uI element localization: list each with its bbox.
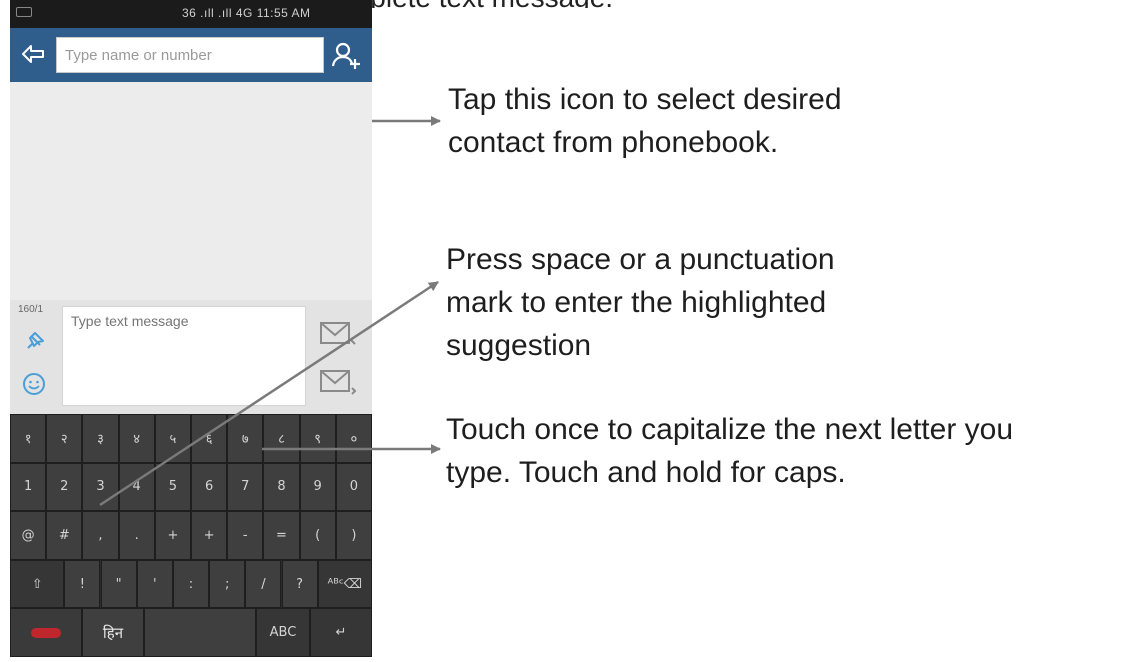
enter-key[interactable]: ↵	[310, 608, 372, 657]
back-arrow-icon[interactable]	[20, 41, 46, 67]
shift-key[interactable]: ⇧	[10, 559, 65, 609]
key-row4-5[interactable]: /	[245, 559, 282, 609]
attach-pin-icon[interactable]	[22, 330, 46, 354]
key-row4-3[interactable]: :	[172, 559, 210, 609]
compose-bar: 160/1	[10, 300, 372, 414]
callout-suggestion-line-3: suggestion	[446, 329, 592, 362]
key-row1-1[interactable]: २	[46, 414, 83, 463]
phone-screen: 36 .ıll .ıll 4G 11:55 AM 160/1	[10, 0, 372, 657]
key-row1-2[interactable]: ३	[82, 414, 119, 463]
key-row1-6[interactable]: ७	[227, 414, 264, 463]
key-row3-2[interactable]: ,	[82, 511, 119, 560]
key-row2-6[interactable]: 7	[227, 462, 264, 512]
key-row1-0[interactable]: १	[10, 414, 47, 463]
key-row2-2[interactable]: 3	[82, 462, 119, 512]
status-text: 36 .ıll .ıll 4G 11:55 AM	[182, 6, 311, 20]
dismiss-key[interactable]	[10, 608, 82, 657]
key-row3-3[interactable]: .	[118, 511, 155, 560]
key-row2-3[interactable]: 4	[118, 462, 155, 512]
key-row4-4[interactable]: ;	[209, 559, 246, 609]
key-row3-4[interactable]: +	[154, 511, 191, 560]
key-row2-8[interactable]: 9	[299, 462, 336, 512]
key-row3-1[interactable]: #	[46, 511, 83, 560]
key-row4-6[interactable]: ?	[281, 559, 318, 609]
message-thread-area	[10, 82, 372, 300]
key-row2-4[interactable]: 5	[154, 462, 191, 512]
key-row3-5[interactable]: +	[191, 511, 228, 560]
key-row3-9[interactable]: )	[335, 511, 372, 560]
key-row1-7[interactable]: ८	[263, 414, 300, 463]
callout-suggestion-line-2: mark to enter the highlighted	[446, 286, 827, 319]
mode-switch-key[interactable]: ABC	[256, 608, 310, 657]
callout-shift-line-2: type. Touch and hold for caps.	[446, 456, 846, 489]
language-key[interactable]: हिन	[82, 608, 144, 657]
callout-suggestion-line-1: Press space or a punctuation	[446, 243, 835, 276]
key-row4-0[interactable]: !	[64, 559, 101, 609]
key-row1-4[interactable]: ५	[154, 414, 191, 463]
page: ...ing, ... complete text message. 36 .ı…	[0, 0, 1126, 662]
callout-shift: Touch once to capitalize the next letter…	[446, 408, 1013, 494]
send-sms-icon[interactable]	[318, 318, 358, 350]
callout-contact-line-2: contact from phonebook.	[448, 126, 779, 159]
char-counter: 160/1	[18, 304, 44, 315]
recipient-input[interactable]	[57, 38, 323, 72]
red-indicator-icon	[31, 627, 61, 638]
space-key[interactable]	[144, 608, 256, 657]
key-row3-8[interactable]: (	[299, 511, 336, 560]
callout-contact: Tap this icon to select desired contact …	[448, 78, 842, 164]
status-bar: 36 .ıll .ıll 4G 11:55 AM	[10, 0, 372, 28]
sim-icon	[16, 7, 32, 17]
key-row4-1[interactable]: "	[100, 559, 137, 609]
callout-contact-line-1: Tap this icon to select desired	[448, 83, 842, 116]
key-row2-0[interactable]: 1	[10, 462, 47, 512]
key-row3-7[interactable]: =	[263, 511, 300, 560]
key-row3-6[interactable]: -	[227, 511, 264, 560]
key-row1-9[interactable]: ०	[335, 414, 372, 463]
message-input[interactable]	[62, 306, 306, 406]
key-row1-3[interactable]: ४	[118, 414, 155, 463]
keyboard: १ २ ३ ४ ५ ६ ७ ८ ९ ० 1 2 3 4 5 6 7 8 9 0 @ #,. + + - =() ⇧! " ':; /? ᴬᴮ…	[10, 414, 372, 657]
recipient-field[interactable]	[56, 37, 324, 73]
backspace-key[interactable]: ᴬᴮᶜ⌫	[317, 559, 372, 609]
key-row1-5[interactable]: ६	[191, 414, 228, 463]
key-row2-1[interactable]: 2	[46, 462, 83, 512]
send-mms-icon[interactable]	[318, 366, 358, 398]
callout-shift-line-1: Touch once to capitalize the next letter…	[446, 413, 1014, 446]
key-row3-0[interactable]: @	[10, 511, 47, 560]
key-row1-8[interactable]: ९	[299, 414, 336, 463]
add-contact-icon[interactable]	[330, 39, 362, 71]
emoji-icon[interactable]	[22, 372, 46, 396]
compose-header	[10, 28, 372, 82]
key-row2-7[interactable]: 8	[263, 462, 300, 512]
key-row4-2[interactable]: '	[136, 559, 173, 609]
callout-suggestion: Press space or a punctuation mark to ent…	[446, 238, 835, 367]
key-row2-9[interactable]: 0	[335, 462, 372, 512]
key-row2-5[interactable]: 6	[191, 462, 228, 512]
